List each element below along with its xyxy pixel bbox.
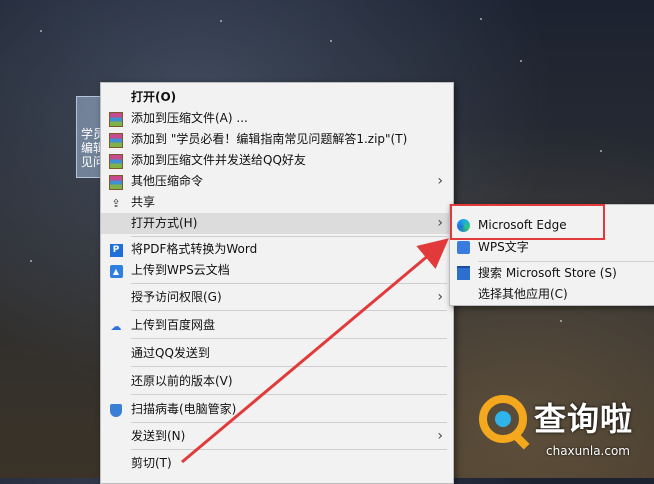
pdf-icon: P xyxy=(109,243,123,257)
menu-separator xyxy=(131,236,447,237)
winrar-icon xyxy=(109,111,123,127)
menu-item-open[interactable]: 打开(O) xyxy=(101,87,453,108)
menu-item-pdf-to-word[interactable]: P 将PDF格式转换为Word xyxy=(101,239,453,260)
menu-item-add-to-zip[interactable]: 添加到 "学员必看！编辑指南常见问题解答1.zip"(T) xyxy=(101,129,453,150)
chevron-right-icon: › xyxy=(437,215,443,231)
store-icon xyxy=(456,266,470,280)
menu-item-label: 上传到WPS云文档 xyxy=(131,263,230,277)
watermark: 查询啦 chaxunla.com xyxy=(474,390,654,478)
wps-cloud-icon: ▲ xyxy=(109,264,123,278)
menu-separator xyxy=(131,310,447,311)
menu-separator xyxy=(131,394,447,395)
menu-item-open-with[interactable]: 打开方式(H) › xyxy=(101,213,453,234)
context-menu: 打开(O) 添加到压缩文件(A) ... 添加到 "学员必看！编辑指南常见问题解… xyxy=(100,82,454,484)
chevron-right-icon: › xyxy=(437,428,443,444)
menu-separator xyxy=(131,366,447,367)
watermark-subtitle: chaxunla.com xyxy=(546,444,630,458)
menu-item-label: 通过QQ发送到 xyxy=(131,346,210,360)
submenu-item-choose-app[interactable]: 选择其他应用(C) xyxy=(450,283,654,305)
menu-separator xyxy=(131,338,447,339)
menu-item-other-compress[interactable]: 其他压缩命令 › xyxy=(101,171,453,192)
submenu-item-store[interactable]: 搜索 Microsoft Store (S) xyxy=(450,262,654,284)
menu-item-label: 剪切(T) xyxy=(131,456,172,470)
highlight-box xyxy=(450,204,605,240)
menu-item-grant-access[interactable]: 授予访问权限(G) › xyxy=(101,287,453,308)
chevron-right-icon: › xyxy=(437,289,443,305)
shield-icon xyxy=(109,403,123,417)
menu-item-label: 共享 xyxy=(131,195,156,209)
menu-item-label: 还原以前的版本(V) xyxy=(131,374,233,388)
menu-item-scan-virus[interactable]: 扫描病毒(电脑管家) xyxy=(101,399,453,420)
menu-item-upload-baidu[interactable]: ☁ 上传到百度网盘 xyxy=(101,315,453,336)
menu-separator xyxy=(131,422,447,423)
chevron-right-icon: › xyxy=(437,173,443,189)
menu-item-label: 打开方式(H) xyxy=(131,216,198,230)
menu-item-share[interactable]: ⇪ 共享 xyxy=(101,192,453,213)
menu-item-send-qq[interactable]: 通过QQ发送到 xyxy=(101,343,453,364)
menu-item-cut[interactable]: 剪切(T) xyxy=(101,453,453,474)
menu-separator xyxy=(131,283,447,284)
share-icon: ⇪ xyxy=(111,196,121,210)
menu-item-label: 授予访问权限(G) xyxy=(131,290,222,304)
menu-item-label: 扫描病毒(电脑管家) xyxy=(131,402,237,416)
winrar-icon xyxy=(109,153,123,169)
menu-item-archive-send-qq[interactable]: 添加到压缩文件并发送给QQ好友 xyxy=(101,150,453,171)
menu-item-upload-wps[interactable]: ▲ 上传到WPS云文档 xyxy=(101,260,453,281)
menu-item-label: 发送到(N) xyxy=(131,429,186,443)
menu-item-label: 添加到 "学员必看！编辑指南常见问题解答1.zip"(T) xyxy=(131,132,408,146)
menu-item-add-to-archive[interactable]: 添加到压缩文件(A) ... xyxy=(101,108,453,129)
winrar-icon xyxy=(109,132,123,148)
menu-item-restore-versions[interactable]: 还原以前的版本(V) xyxy=(101,371,453,392)
menu-item-label: 上传到百度网盘 xyxy=(131,318,216,332)
winrar-icon xyxy=(109,174,123,190)
menu-item-label: 添加到压缩文件(A) ... xyxy=(131,111,248,125)
submenu-item-label: 选择其他应用(C) xyxy=(478,287,568,301)
menu-item-send-to[interactable]: 发送到(N) › xyxy=(101,426,453,447)
menu-item-label: 其他压缩命令 xyxy=(131,174,204,188)
menu-item-label: 将PDF格式转换为Word xyxy=(131,242,258,256)
menu-item-label: 添加到压缩文件并发送给QQ好友 xyxy=(131,153,306,167)
menu-item-label: 打开(O) xyxy=(131,90,177,104)
baidu-cloud-icon: ☁ xyxy=(110,319,122,333)
submenu-item-label: 搜索 Microsoft Store (S) xyxy=(478,266,617,280)
wps-icon xyxy=(456,240,470,254)
watermark-title: 查询啦 xyxy=(534,400,634,438)
watermark-logo-icon xyxy=(479,395,527,443)
menu-separator xyxy=(131,449,447,450)
